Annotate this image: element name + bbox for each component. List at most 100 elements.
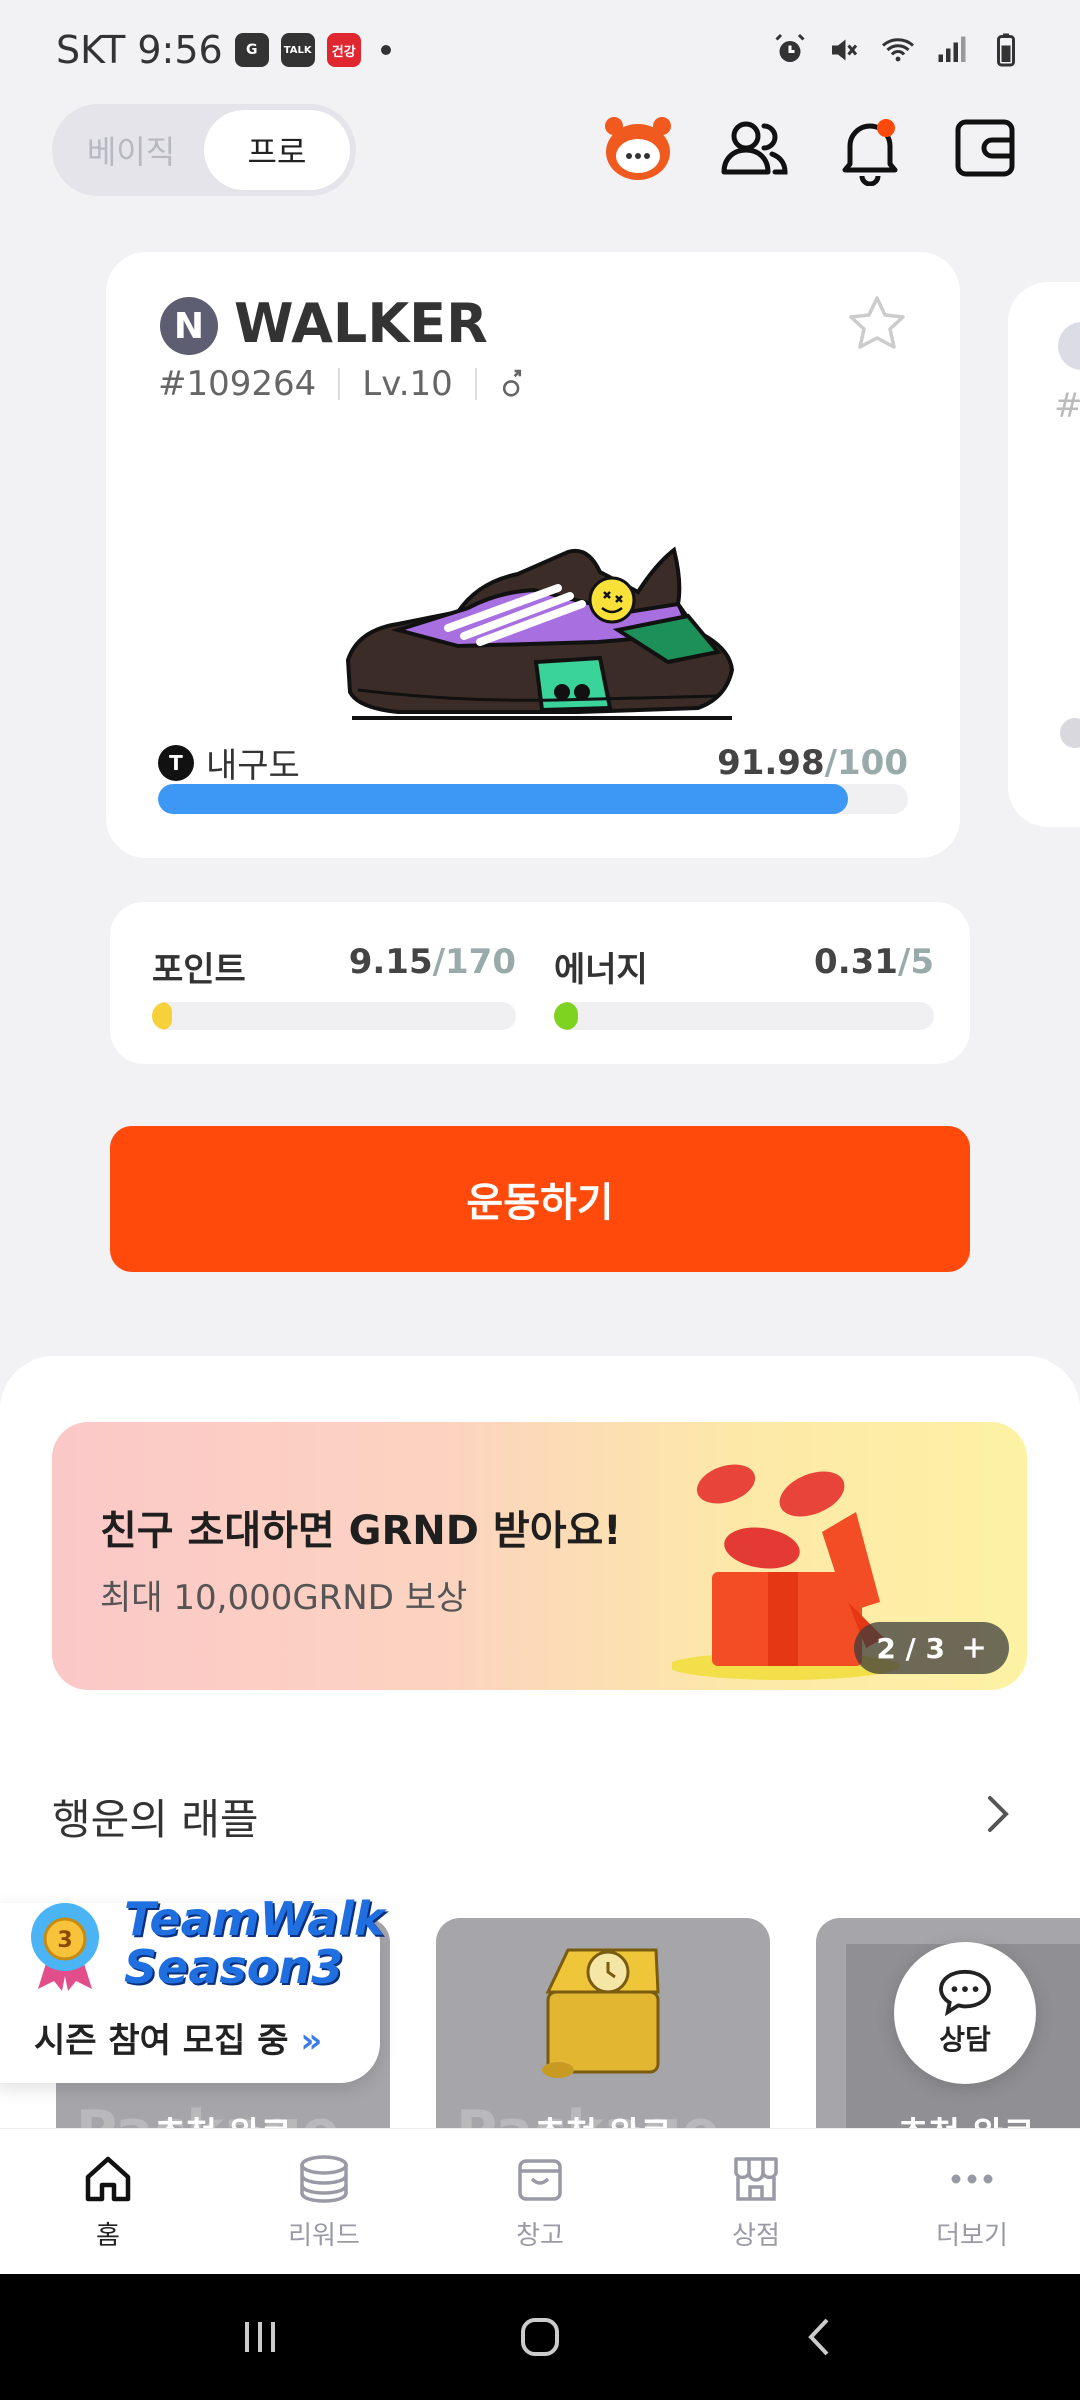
friends-button[interactable] bbox=[716, 110, 792, 186]
season-logo-line1: TeamWalk bbox=[124, 1892, 385, 1946]
points-max: /170 bbox=[432, 942, 516, 982]
durability-value-group: 91.98/100 bbox=[717, 743, 908, 783]
points-bar bbox=[152, 1002, 516, 1030]
tab-storage-label: 창고 bbox=[516, 2221, 564, 2251]
season-logo: TeamWalk Season3 bbox=[124, 1895, 385, 1991]
tab-more-label: 더보기 bbox=[936, 2221, 1008, 2251]
peek-id: # bbox=[1054, 386, 1080, 426]
season-logo-line2: Season3 bbox=[124, 1940, 344, 1994]
peek-durability-icon bbox=[1060, 718, 1080, 748]
tab-storage[interactable]: 창고 bbox=[432, 2129, 648, 2274]
notification-app-icon: G bbox=[234, 33, 269, 67]
tab-more[interactable]: 더보기 bbox=[864, 2129, 1080, 2274]
energy-label: 에너지 bbox=[554, 950, 648, 990]
season-medal-icon: 3 bbox=[31, 1903, 99, 1991]
wallet-icon bbox=[955, 119, 1015, 177]
banner-pager-text: 2 / 3 bbox=[876, 1631, 945, 1665]
durability-value: 91.98 bbox=[717, 742, 825, 783]
points-value: 9.15 bbox=[348, 942, 433, 982]
points-label: 포인트 bbox=[152, 950, 246, 990]
sneaker-card[interactable]: N WALKER #109264 Lv.10 T 내구도 91.98/100 bbox=[106, 252, 960, 858]
status-bar: SKT 9:56 G TALK 건강 bbox=[0, 0, 1080, 100]
sneaker-meta: #109264 Lv.10 bbox=[158, 364, 525, 404]
points-value-group: 9.15/170 bbox=[340, 942, 516, 982]
peek-badge bbox=[1058, 322, 1080, 370]
header-icons bbox=[600, 110, 1024, 186]
coins-icon bbox=[300, 2155, 348, 2203]
wifi-icon bbox=[882, 38, 914, 62]
durability-icon: T bbox=[158, 744, 194, 781]
season-popup-text: 시즌 참여 모집 중 » bbox=[34, 2013, 322, 2062]
chat-consult-button[interactable]: 상담 bbox=[894, 1942, 1036, 2084]
header: 베이직 프로 bbox=[0, 100, 1080, 200]
battery-icon bbox=[997, 33, 1015, 67]
chat-bubble-icon bbox=[939, 1969, 991, 2016]
recent-apps-icon[interactable] bbox=[235, 2312, 285, 2362]
tab-rewards-label: 리워드 bbox=[288, 2221, 360, 2251]
status-left: SKT 9:56 G TALK 건강 bbox=[56, 28, 391, 72]
energy-value-group: 0.31/5 bbox=[720, 942, 934, 982]
season-chevron-icon: » bbox=[288, 2021, 323, 2061]
mode-basic-button[interactable]: 베이직 bbox=[58, 110, 204, 190]
sneaker-name: WALKER bbox=[234, 292, 488, 355]
grade-badge: N bbox=[160, 297, 218, 355]
favorite-star-icon[interactable] bbox=[844, 292, 910, 358]
health-app-icon: 건강 bbox=[326, 33, 361, 67]
home-icon bbox=[85, 2156, 131, 2202]
invite-banner[interactable]: 친구 초대하면 GRND 받아요! 최대 10,000GRND 보상 2 / 3 bbox=[52, 1422, 1027, 1690]
tab-home-label: 홈 bbox=[96, 2221, 120, 2251]
mode-pro-button[interactable]: 프로 bbox=[204, 110, 350, 190]
season-recruit-text: 시즌 참여 모집 중 bbox=[34, 2021, 289, 2061]
durability-label: 내구도 bbox=[206, 746, 300, 786]
signal-icon bbox=[938, 36, 966, 62]
friends-icon bbox=[721, 121, 788, 175]
tab-bar: 홈 리워드 창고 상점 더보기 bbox=[0, 2128, 1080, 2274]
banner-subtitle: 최대 10,000GRND 보상 bbox=[100, 1578, 468, 1618]
status-right bbox=[772, 32, 1024, 68]
energy-max: /5 bbox=[897, 942, 934, 982]
durability-bar bbox=[158, 784, 908, 814]
bell-icon bbox=[842, 119, 898, 186]
tab-rewards[interactable]: 리워드 bbox=[216, 2129, 432, 2274]
back-icon[interactable] bbox=[795, 2312, 845, 2362]
carrier-time: SKT 9:56 bbox=[56, 28, 223, 72]
durability-row: T 내구도 91.98/100 bbox=[158, 738, 908, 787]
stats-card: 포인트 9.15/170 에너지 0.31/5 bbox=[110, 902, 970, 1064]
tab-store[interactable]: 상점 bbox=[648, 2129, 864, 2274]
next-sneaker-card[interactable]: # bbox=[1008, 282, 1080, 827]
chat-label: 상담 bbox=[939, 2023, 991, 2056]
mute-icon bbox=[832, 39, 858, 61]
plus-icon bbox=[964, 1638, 984, 1658]
season-medal-number: 3 bbox=[57, 1928, 72, 1953]
durability-label-group: T 내구도 bbox=[158, 738, 300, 787]
box-icon bbox=[518, 2159, 562, 2201]
energy-value: 0.31 bbox=[814, 942, 898, 982]
wallet-button[interactable] bbox=[948, 110, 1024, 186]
banner-pager[interactable]: 2 / 3 bbox=[854, 1622, 1009, 1674]
system-nav-bar bbox=[0, 2274, 1080, 2400]
mode-toggle[interactable]: 베이직 프로 bbox=[52, 104, 356, 196]
energy-bar-fill bbox=[554, 1002, 578, 1030]
start-exercise-button[interactable]: 운동하기 bbox=[110, 1126, 970, 1272]
kakaotalk-icon: TALK bbox=[280, 33, 315, 67]
sneaker-level: Lv.10 bbox=[362, 364, 453, 404]
store-icon bbox=[734, 2157, 778, 2201]
notifications-button[interactable] bbox=[832, 110, 908, 186]
tab-home[interactable]: 홈 bbox=[0, 2129, 216, 2274]
alarm-icon bbox=[775, 33, 805, 62]
raffle-section-title: 행운의 래플 bbox=[52, 1795, 259, 1844]
character-icon bbox=[605, 117, 671, 180]
treasure-box-icon bbox=[542, 1948, 660, 2078]
raffle-more-chevron-icon[interactable] bbox=[978, 1790, 1018, 1838]
season-popup[interactable]: 3 TeamWalk Season3 시즌 참여 모집 중 » bbox=[0, 1895, 385, 2083]
durability-bar-fill bbox=[158, 784, 848, 814]
character-button[interactable] bbox=[600, 110, 676, 186]
gender-icon bbox=[502, 369, 521, 397]
sneaker-image bbox=[345, 546, 735, 720]
home-nav-icon[interactable] bbox=[515, 2312, 565, 2362]
meta-divider bbox=[474, 368, 477, 400]
more-icon bbox=[951, 2174, 993, 2184]
banner-title: 친구 초대하면 GRND 받아요! bbox=[100, 1508, 622, 1554]
durability-max: /100 bbox=[824, 742, 908, 783]
energy-bar bbox=[554, 1002, 934, 1030]
